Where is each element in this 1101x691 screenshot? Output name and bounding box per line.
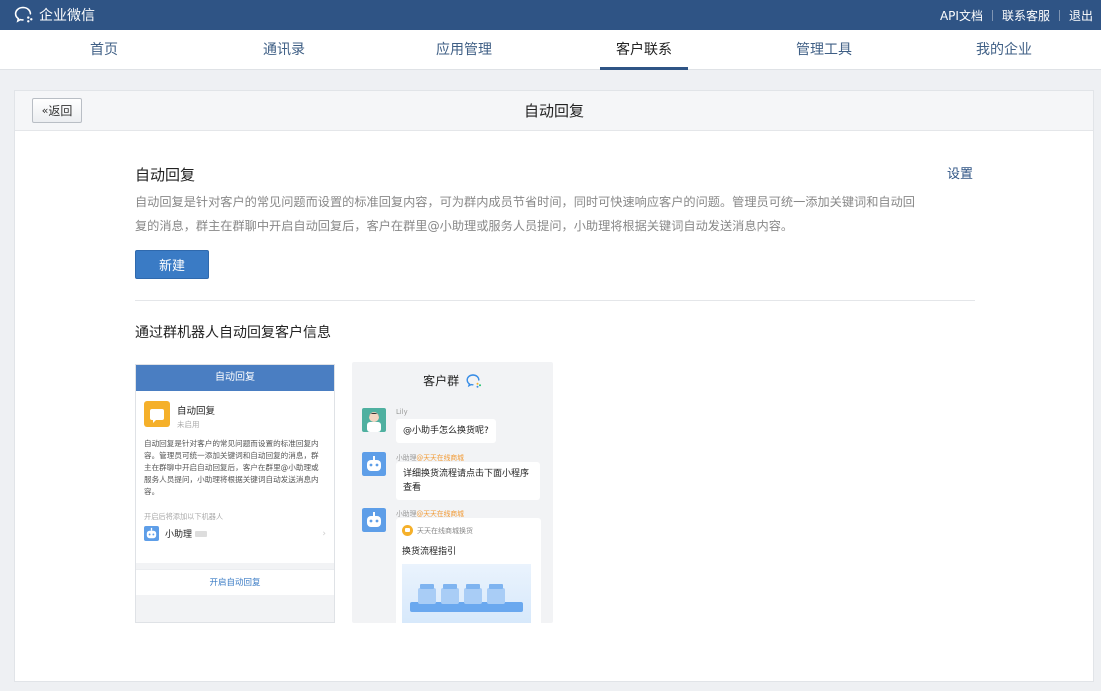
- divider: [1058, 9, 1060, 21]
- main-nav: 首页 通讯录 应用管理 客户联系 管理工具 我的企业: [0, 30, 1101, 70]
- brand-name: 企业微信: [39, 8, 95, 24]
- message-sender: 小助理@天天在线商城: [396, 510, 464, 518]
- preview-body: 自动回复 未启用 自动回复是针对客户的常见问题而设置的标准回复内容。管理员可统一…: [136, 391, 334, 563]
- preview-chat-title: 客户群: [352, 372, 553, 389]
- chat-title-text: 客户群: [423, 374, 460, 388]
- brand[interactable]: 企业微信: [0, 5, 95, 25]
- section-title: 自动回复: [135, 166, 196, 184]
- shop-icon: [402, 525, 413, 536]
- bot-tag: [195, 530, 208, 537]
- preview-app-row: 自动回复 未启用: [144, 401, 326, 430]
- preview-app-name: 自动回复: [177, 406, 216, 417]
- nav-app-management[interactable]: 应用管理: [394, 30, 534, 70]
- contact-support-link[interactable]: 联系客服: [1002, 7, 1050, 24]
- new-button[interactable]: 新建: [135, 250, 209, 279]
- message-bubble: 详细换货流程请点击下面小程序查看: [396, 462, 540, 500]
- conveyor-illustration-icon: [410, 584, 523, 612]
- back-button-label: 返回: [48, 104, 73, 118]
- section-divider: [135, 300, 975, 301]
- divider: [991, 9, 993, 21]
- mini-program-title: 换货流程指引: [402, 547, 457, 557]
- nav-management-tools[interactable]: 管理工具: [754, 30, 894, 70]
- api-docs-link[interactable]: API文档: [940, 7, 983, 24]
- mini-program-illustration: [402, 564, 531, 623]
- preview-enable-action: 开启自动回复: [136, 569, 334, 595]
- nav-home[interactable]: 首页: [34, 30, 174, 70]
- preview-hint: 开启后将添加以下机器人: [144, 512, 224, 521]
- preview-app-status: 未启用: [177, 420, 200, 429]
- preview-header: 自动回复: [136, 365, 334, 391]
- preview-bot-name: 小助理: [165, 530, 193, 540]
- logout-link[interactable]: 退出: [1069, 7, 1093, 24]
- nav-contacts[interactable]: 通讯录: [214, 30, 354, 70]
- message-sender: 小助理@天天在线商城: [396, 454, 464, 462]
- auto-reply-card: 自动回复 ‹‹ 返回 自动回复 设置 自动回复是针对客户的常见问题而设置的标准回…: [14, 90, 1094, 682]
- robot-avatar-icon: [362, 508, 386, 532]
- auto-reply-app-icon: [144, 401, 170, 427]
- nav-customer-contact[interactable]: 客户联系: [574, 30, 714, 70]
- preview-settings-screen: 自动回复 自动回复 未启用 自动回复是针对客户的常见问题而设置的标准回复内容。管…: [135, 364, 335, 623]
- mini-program-header: 天天在线商城换货: [402, 525, 535, 536]
- preview-bot-row: 小助理 ›: [144, 526, 326, 547]
- wecom-logo-icon: [14, 6, 33, 23]
- page-title: 自动回复: [523, 102, 584, 120]
- mini-program-name: 天天在线商城换货: [417, 526, 473, 535]
- chevron-right-icon: ›: [322, 528, 326, 539]
- robot-avatar-icon: [144, 526, 159, 541]
- section-description: 自动回复是针对客户的常见问题而设置的标准回复内容，可为群内成员节省时间，同时可快…: [135, 195, 915, 233]
- robot-avatar-icon: [362, 452, 386, 476]
- top-bar: 企业微信 API文档 联系客服 退出: [0, 0, 1101, 30]
- nav-my-enterprise[interactable]: 我的企业: [934, 30, 1074, 70]
- customer-avatar-icon: [362, 408, 386, 432]
- mini-program-card: 天天在线商城换货 换货流程指引: [396, 518, 541, 623]
- double-chevron-left-icon: ‹‹: [41, 104, 49, 117]
- preview-app-description: 自动回复是针对客户的常见问题而设置的标准回复内容。管理员可统一添加关键词和自动回…: [144, 439, 319, 496]
- back-button[interactable]: ‹‹ 返回: [32, 98, 82, 123]
- preview-chat-screen: 客户群 Lily @小助手怎么换货呢? 小助理@天天在线商城 详细换货流程请点击…: [352, 362, 553, 623]
- card-header: 自动回复 ‹‹ 返回: [15, 91, 1093, 131]
- wecom-group-icon: [466, 374, 481, 388]
- settings-link[interactable]: 设置: [947, 163, 973, 182]
- message-sender: Lily: [396, 408, 408, 416]
- preview-section-title: 通过群机器人自动回复客户信息: [135, 325, 331, 341]
- message-bubble: @小助手怎么换货呢?: [396, 419, 496, 443]
- top-links: API文档 联系客服 退出: [940, 7, 1101, 24]
